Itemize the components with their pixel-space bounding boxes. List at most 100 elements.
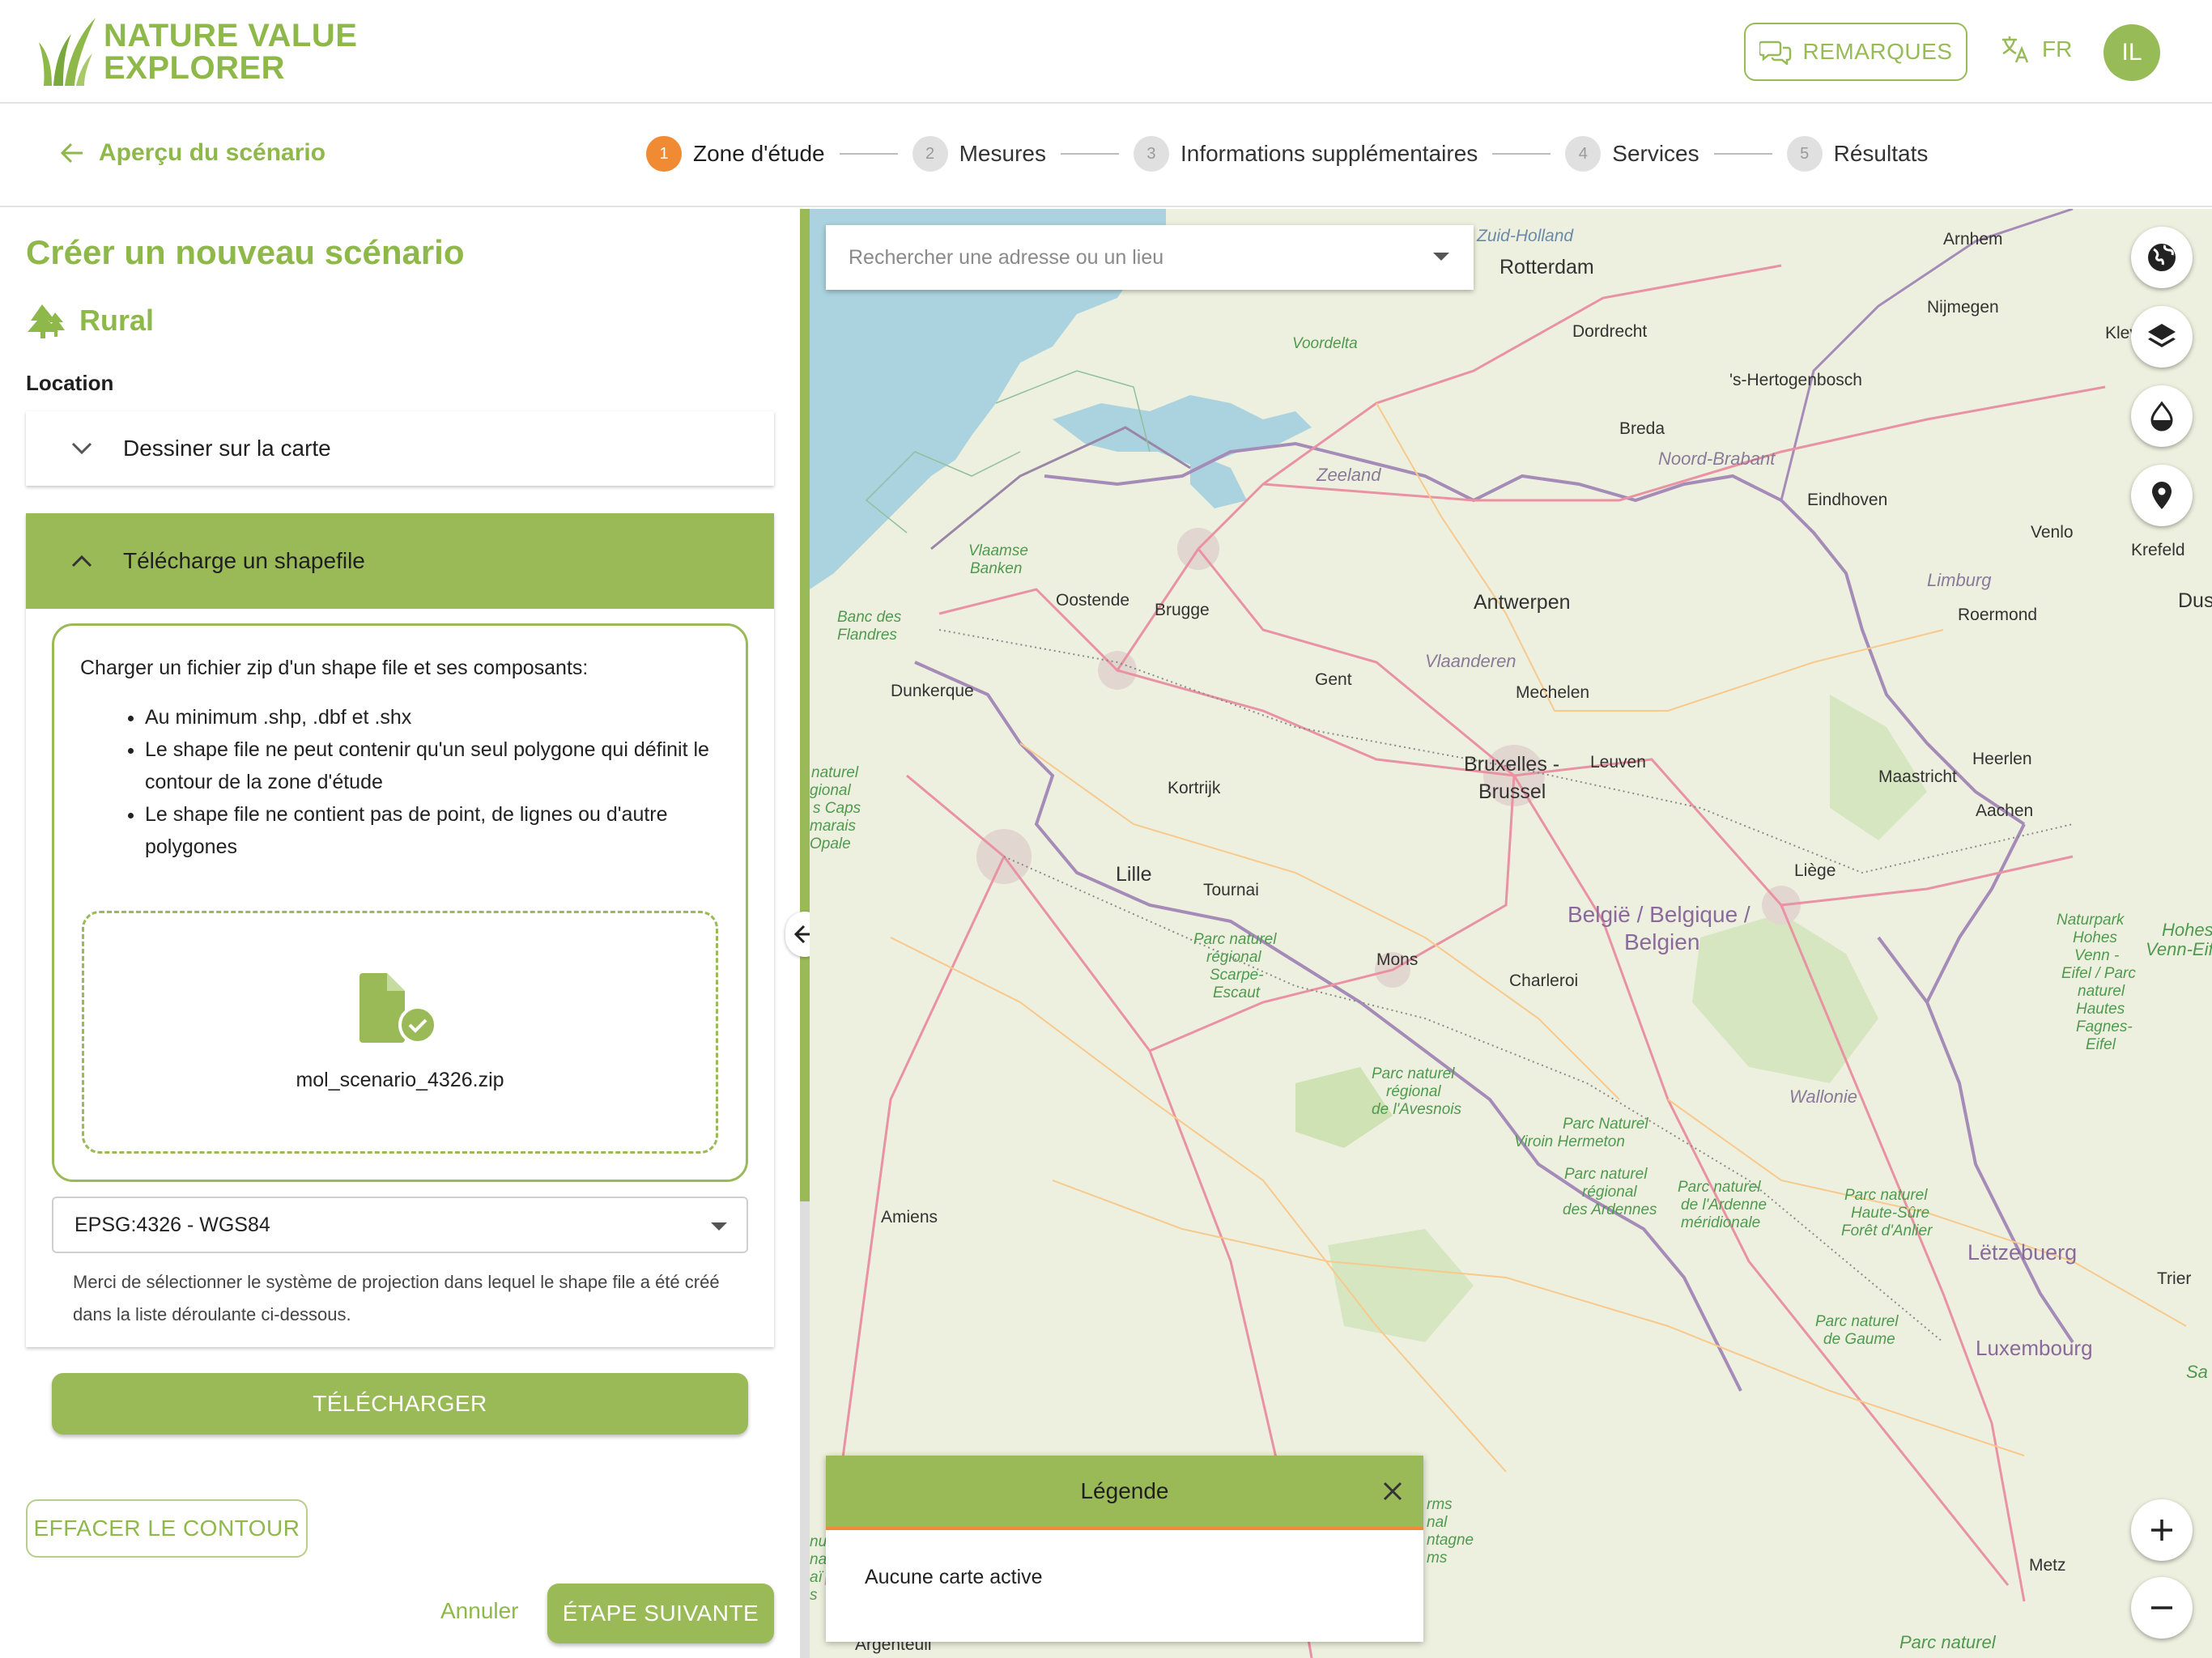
map-label: Hohes: [2162, 920, 2212, 940]
map-label: Eifel: [2086, 1036, 2116, 1053]
map-label: Venn -: [2074, 947, 2120, 964]
file-dropzone[interactable]: mol_scenario_4326.zip: [82, 911, 718, 1154]
step-label: Informations supplémentaires: [1180, 141, 1478, 166]
map-label: Naturpark: [2057, 912, 2125, 929]
requirements-list: Au minimum .shp, .dbf et .shx Le shape f…: [80, 701, 720, 863]
map-label: Nijmegen: [1927, 298, 1999, 317]
step-number: 1: [646, 136, 682, 172]
map-label: Belgien: [1624, 929, 1700, 954]
map-label: Eindhoven: [1807, 491, 1888, 509]
step-number: 2: [912, 136, 948, 172]
chevron-up-icon: [71, 555, 92, 568]
map-label: de Gaume: [1823, 1331, 1895, 1348]
clear-contour-button[interactable]: EFFACER LE CONTOUR: [26, 1499, 308, 1558]
opacity-button[interactable]: [2131, 385, 2193, 447]
remarks-button[interactable]: REMARQUES: [1744, 23, 1967, 81]
step-study-zone[interactable]: 1 Zone d'étude: [646, 136, 825, 172]
step-additional-info[interactable]: 3 Informations supplémentaires: [1133, 136, 1478, 172]
map-label: ntagne: [1427, 1532, 1474, 1549]
map-label: Wallonie: [1789, 1086, 1857, 1107]
map-label: Antwerpen: [1474, 591, 1571, 614]
map-label: marais: [810, 818, 857, 835]
map-label: Charleroi: [1509, 971, 1579, 990]
location-label: Location: [26, 371, 114, 395]
map-label: Viroin Hermeton: [1514, 1133, 1625, 1150]
map-label: Parc naturel: [1844, 1187, 1928, 1204]
map-label: Leuven: [1590, 753, 1646, 772]
map-label: aï: [810, 1569, 823, 1586]
map-label: de l'Ardenne: [1681, 1197, 1767, 1214]
accordion-draw-header[interactable]: Dessiner sur la carte: [26, 411, 774, 486]
step-connector: [1492, 153, 1551, 155]
accordion-draw-on-map[interactable]: Dessiner sur la carte: [26, 411, 774, 486]
map-label: Banc des: [837, 609, 902, 626]
step-label: Services: [1612, 141, 1699, 166]
map-label: Parc naturel: [1678, 1179, 1761, 1196]
requirement-item: Le shape file ne contient pas de point, …: [145, 798, 720, 863]
map-label: Dus: [2178, 589, 2212, 612]
step-services[interactable]: 4 Services: [1565, 136, 1699, 172]
locate-pin-button[interactable]: [2131, 465, 2193, 526]
map-label: Brugge: [1155, 601, 1210, 619]
trees-icon: [28, 304, 65, 338]
step-results[interactable]: 5 Résultats: [1786, 136, 1928, 172]
zoom-out-button[interactable]: [2131, 1577, 2193, 1639]
map-label: Zuid-Holland: [1477, 227, 1574, 245]
scenario-category: Rural: [26, 303, 154, 338]
map-label: naturel: [811, 764, 859, 781]
map-label: régional: [1206, 949, 1261, 966]
map-label: Opale: [810, 835, 851, 852]
map-label: régional: [1582, 1184, 1637, 1201]
map-view[interactable]: Zuid-Holland Rotterdam Arnhem Nijmegen K…: [810, 209, 2212, 1658]
map-label: Roermond: [1958, 606, 2038, 624]
map-label: Flandres: [837, 627, 897, 644]
layers-button[interactable]: [2131, 306, 2193, 368]
map-label: Hautes: [2076, 1001, 2125, 1018]
basemap-globe-button[interactable]: [2131, 227, 2193, 288]
step-measures[interactable]: 2 Mesures: [912, 136, 1046, 172]
step-connector: [1713, 153, 1772, 155]
map-label: Fagnes-: [2076, 1018, 2133, 1035]
user-avatar[interactable]: IL: [2104, 24, 2160, 81]
logo-line-1: NATURE VALUE: [104, 18, 358, 53]
legend-empty-text: Aucune carte active: [865, 1566, 1043, 1588]
map-label: Krefeld: [2131, 541, 2185, 559]
map-label: Escaut: [1213, 984, 1261, 1001]
cancel-link[interactable]: Annuler: [440, 1598, 519, 1624]
back-to-overview-link[interactable]: Aperçu du scénario: [60, 139, 325, 167]
projection-select[interactable]: EPSG:4326 - WGS84: [52, 1197, 748, 1253]
accordion-upload-header[interactable]: Télécharge un shapefile: [26, 513, 774, 609]
step-label: Zone d'étude: [693, 141, 825, 166]
next-step-button[interactable]: ÉTAPE SUIVANTE: [547, 1584, 774, 1643]
step-connector: [1060, 153, 1119, 155]
step-number: 5: [1786, 136, 1823, 172]
basemap[interactable]: [810, 209, 2212, 1658]
upload-button[interactable]: TÉLÉCHARGER: [52, 1373, 748, 1435]
app-header: NATURE VALUE EXPLORER REMARQUES FR IL: [0, 0, 2212, 104]
map-label: Heerlen: [1972, 750, 2032, 768]
map-search-input[interactable]: Rechercher une adresse ou un lieu: [826, 225, 1474, 290]
map-label: Mons: [1376, 950, 1419, 969]
map-label: Parc Naturel: [1563, 1116, 1648, 1133]
map-label: gional: [810, 782, 851, 799]
map-label: Haute-Sûre: [1851, 1205, 1930, 1222]
step-label: Mesures: [959, 141, 1046, 166]
map-label: Parc naturel: [1564, 1166, 1648, 1183]
language-code: FR: [2042, 36, 2073, 62]
map-label: Mechelen: [1516, 683, 1590, 702]
app-logo[interactable]: NATURE VALUE EXPLORER: [39, 18, 357, 86]
caret-down-icon[interactable]: [1433, 253, 1449, 261]
splitter-scroll-indicator[interactable]: [800, 209, 810, 1201]
map-label: Vlaanderen: [1425, 651, 1516, 671]
grass-logo-icon: [39, 18, 96, 86]
zoom-in-button[interactable]: [2131, 1499, 2193, 1561]
map-label: Aachen: [1976, 801, 2034, 820]
arrow-left-icon: [60, 142, 83, 164]
globe-icon: [2148, 244, 2176, 271]
close-icon[interactable]: [1380, 1478, 1406, 1504]
map-label: Amiens: [881, 1208, 938, 1226]
upload-instructions-box: Charger un fichier zip d'un shape file e…: [52, 623, 748, 1182]
language-selector[interactable]: FR: [2000, 34, 2072, 65]
map-label: méridionale: [1681, 1214, 1761, 1231]
map-label: Lëtzebuerg: [1967, 1240, 2078, 1265]
